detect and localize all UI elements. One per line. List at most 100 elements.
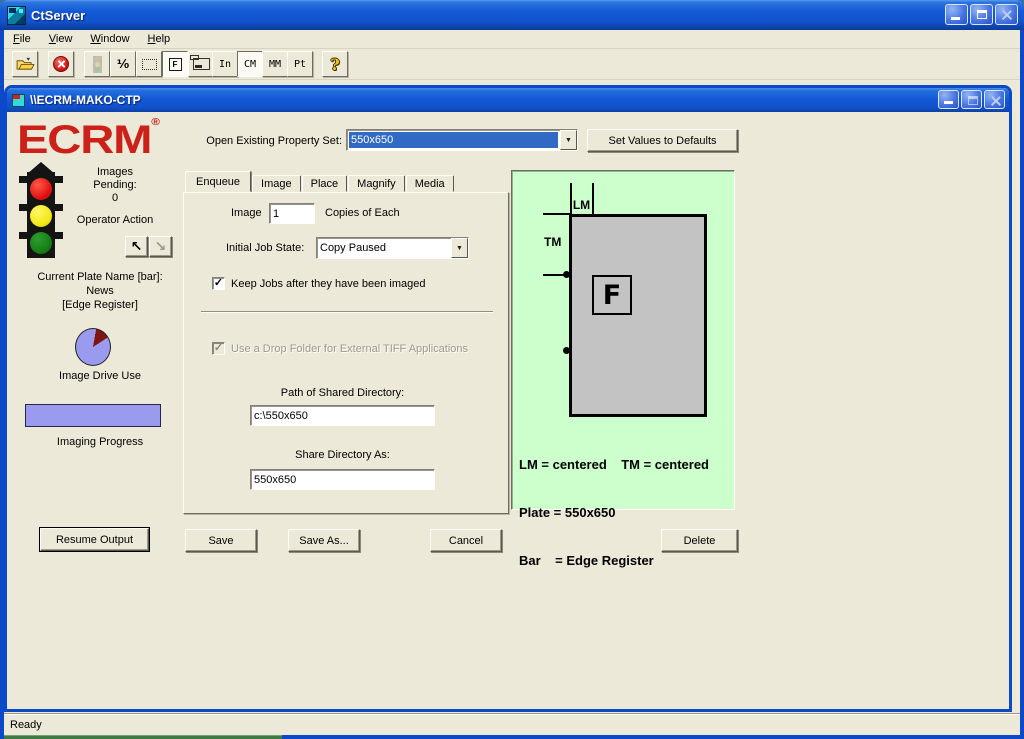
- preview-legend: LM = centered TM = centered Plate = 550x…: [519, 425, 709, 601]
- maximize-button[interactable]: [970, 4, 993, 25]
- tab-place[interactable]: Place: [302, 175, 348, 192]
- enqueue-tab-panel: Image Copies of Each Initial Job State: …: [183, 192, 509, 514]
- plate-name-value: News: [7, 284, 193, 298]
- cancel-button[interactable]: Cancel: [430, 529, 502, 552]
- minimize-button[interactable]: [945, 4, 968, 25]
- drop-folder-checkbox: ✓: [212, 342, 225, 355]
- share-as-input[interactable]: [250, 469, 435, 490]
- film-button[interactable]: F: [162, 51, 188, 77]
- legend-margins: LM = centered TM = centered: [519, 457, 709, 473]
- child-titlebar: \\ECRM-MAKO-CTP: [7, 88, 1009, 112]
- arrow-up-left-icon: ↖: [131, 239, 143, 255]
- menu-view[interactable]: View: [40, 31, 82, 48]
- drive-use-label: Image Drive Use: [7, 370, 193, 383]
- status-bar: Ready: [4, 713, 1020, 735]
- separator: [201, 311, 493, 313]
- plate-graphic: [569, 214, 707, 417]
- app-icon: [7, 6, 26, 25]
- trademark-symbol: ®: [151, 117, 160, 128]
- window-frame: File View Window Help: [0, 30, 1024, 739]
- tm-tick-top: [543, 213, 570, 215]
- grid-button[interactable]: [136, 51, 162, 77]
- tab-media[interactable]: Media: [406, 175, 454, 192]
- property-set-dropdown-button[interactable]: ▼: [560, 130, 577, 150]
- menu-file[interactable]: File: [4, 31, 40, 48]
- minimize-icon: [951, 17, 960, 20]
- open-button[interactable]: [12, 51, 38, 77]
- ecrm-logo: ECRM®: [17, 118, 160, 160]
- close-button[interactable]: [995, 4, 1018, 25]
- imaging-progress-label: Imaging Progress: [7, 436, 193, 449]
- legend-plate: Plate = 550x650: [519, 505, 709, 521]
- legend-bar: Bar = Edge Register: [519, 553, 709, 569]
- ratio-button[interactable]: ¹⁄₀: [110, 51, 136, 77]
- plate-name-label: Current Plate Name [bar]:: [7, 270, 193, 284]
- check-icon: ✓: [214, 278, 223, 289]
- drop-folder-icon: [193, 58, 210, 70]
- delete-button[interactable]: Delete: [661, 529, 738, 552]
- drive-use-pie-chart: [75, 328, 111, 366]
- child-minimize-button[interactable]: [938, 90, 959, 109]
- menu-bar: File View Window Help: [4, 30, 1020, 49]
- tab-magnify[interactable]: Magnify: [348, 175, 405, 192]
- child-close-button[interactable]: [984, 90, 1005, 109]
- help-icon: ?: [330, 55, 339, 74]
- toolbar: ¹⁄₀ F In CM MM Pt ?: [4, 49, 1020, 80]
- ratio-icon: ¹⁄₀: [117, 57, 130, 71]
- image-copies-label: Image: [231, 207, 262, 219]
- tab-image[interactable]: Image: [252, 175, 301, 192]
- orientation-mark: F: [592, 275, 632, 315]
- property-set-combobox[interactable]: 550x650 ▼: [346, 129, 578, 151]
- arrow-down-right-button[interactable]: ↘: [149, 236, 172, 257]
- chevron-down-icon: ▼: [565, 137, 572, 144]
- drop-folder-button[interactable]: [188, 51, 214, 77]
- shared-path-input[interactable]: [250, 405, 435, 426]
- traffic-status-button[interactable]: [84, 51, 110, 77]
- menu-help[interactable]: Help: [139, 31, 180, 48]
- register-dot-bottom: [563, 347, 570, 354]
- keep-jobs-label: Keep Jobs after they have been imaged: [231, 278, 425, 290]
- set-defaults-button[interactable]: Set Values to Defaults: [587, 129, 738, 152]
- open-folder-icon: [16, 57, 35, 71]
- share-as-label: Share Directory As:: [250, 449, 435, 461]
- job-state-combobox[interactable]: Copy Paused ▼: [316, 237, 469, 259]
- plate-mode-value: [Edge Register]: [7, 298, 193, 312]
- tab-enqueue[interactable]: Enqueue: [185, 171, 251, 192]
- stop-icon: [53, 56, 69, 72]
- imaging-progress-bar: [25, 404, 161, 427]
- red-light: [30, 178, 52, 200]
- chevron-down-icon: ▼: [456, 245, 463, 252]
- child-client-area: ECRM® Images Pending: 0: [7, 112, 1009, 709]
- copies-input[interactable]: [269, 203, 315, 224]
- arrow-down-right-icon: ↘: [155, 239, 167, 255]
- mdi-area: \\ECRM-MAKO-CTP ECRM®: [4, 80, 1020, 713]
- job-state-value: Copy Paused: [317, 238, 451, 258]
- copies-suffix-label: Copies of Each: [325, 207, 400, 219]
- green-light: [30, 232, 52, 254]
- drop-folder-label: Use a Drop Folder for External TIFF Appl…: [231, 343, 468, 355]
- main-titlebar: CtServer: [0, 0, 1024, 30]
- arrow-up-left-button[interactable]: ↖: [125, 236, 148, 257]
- job-state-label: Initial Job State:: [226, 242, 304, 254]
- property-set-value: 550x650: [349, 132, 558, 148]
- save-button[interactable]: Save: [185, 529, 257, 552]
- stop-button[interactable]: [48, 51, 74, 77]
- unit-cm-button[interactable]: CM: [237, 51, 263, 77]
- minimize-icon: [944, 101, 953, 104]
- menu-window[interactable]: Window: [81, 31, 138, 48]
- save-as-button[interactable]: Save As...: [288, 529, 360, 552]
- unit-pt-button[interactable]: Pt: [287, 51, 313, 77]
- desktop: CtServer File View Window Help: [0, 0, 1024, 739]
- keep-jobs-checkbox[interactable]: ✓: [212, 277, 225, 290]
- unit-mm-button[interactable]: MM: [262, 51, 288, 77]
- job-state-dropdown-button[interactable]: ▼: [451, 238, 468, 258]
- tab-strip: Enqueue Image Place Magnify Media: [185, 172, 455, 192]
- resume-output-button[interactable]: Resume Output: [40, 528, 149, 551]
- maximize-icon: [977, 10, 987, 19]
- unit-in-button[interactable]: In: [212, 51, 238, 77]
- operator-action-label: Operator Action: [59, 214, 171, 227]
- help-button[interactable]: ?: [322, 51, 348, 77]
- child-maximize-button[interactable]: [961, 90, 982, 109]
- current-plate-info: Current Plate Name [bar]: News [Edge Reg…: [7, 270, 193, 312]
- status-text: Ready: [10, 719, 42, 731]
